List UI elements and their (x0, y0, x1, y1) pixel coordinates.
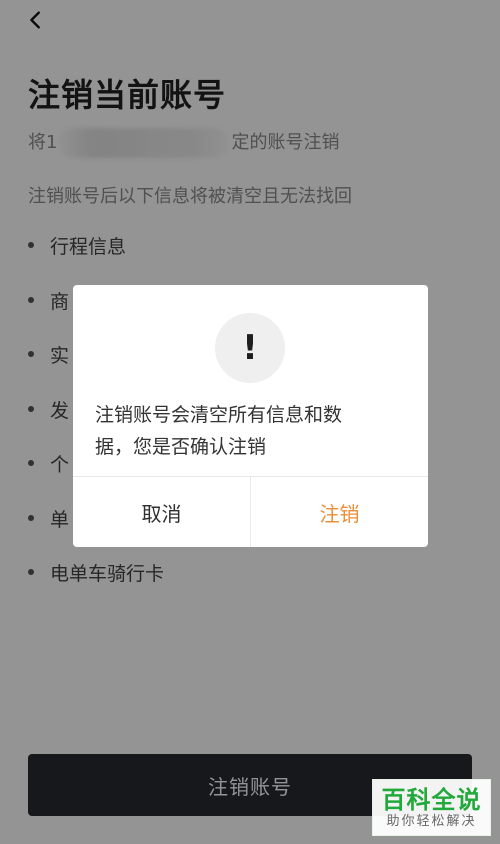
dialog-message-line: 注销账号会清空所有信息和数 (95, 404, 343, 426)
dialog-message-line: 据，您是否确认注销 (95, 436, 267, 458)
dialog-actions: 取消 注销 (73, 476, 428, 547)
watermark-subtitle: 助你轻松解决 (386, 813, 477, 829)
watermark-logo: 百科全说 助你轻松解决 (372, 779, 491, 836)
confirm-delete-button[interactable]: 注销 (251, 477, 428, 547)
watermark-title: 百科全说 (381, 785, 482, 814)
cancel-button[interactable]: 取消 (73, 477, 251, 547)
confirm-delete-dialog: ! 注销账号会清空所有信息和数 据，您是否确认注销 取消 注销 (73, 285, 428, 547)
dialog-message: 注销账号会清空所有信息和数 据，您是否确认注销 (95, 399, 401, 463)
exclamation-icon: ! (215, 313, 285, 383)
